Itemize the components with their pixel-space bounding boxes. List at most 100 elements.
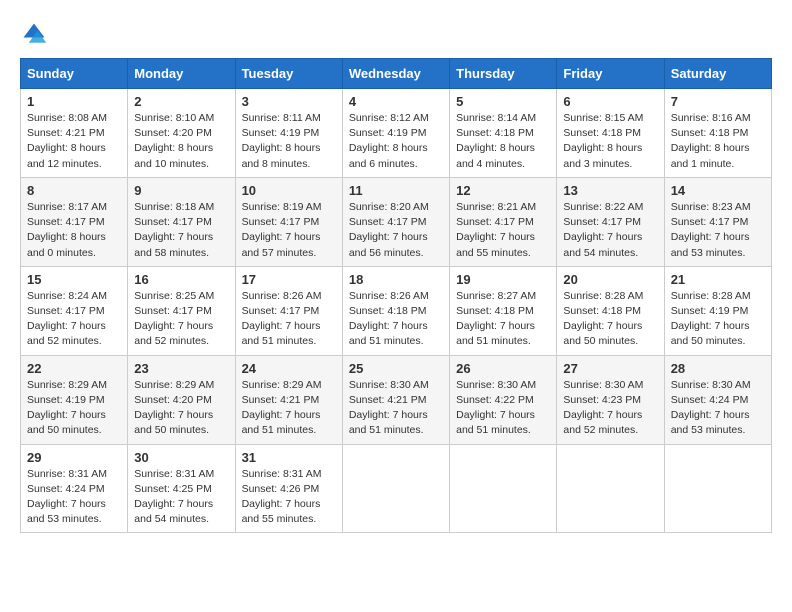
day-number: 4 [349, 94, 443, 109]
calendar-cell: 19 Sunrise: 8:27 AM Sunset: 4:18 PM Dayli… [450, 266, 557, 355]
calendar-cell: 3 Sunrise: 8:11 AM Sunset: 4:19 PM Daylig… [235, 89, 342, 178]
day-info: Sunrise: 8:31 AM Sunset: 4:26 PM Dayligh… [242, 467, 336, 528]
calendar-cell: 11 Sunrise: 8:20 AM Sunset: 4:17 PM Dayli… [342, 177, 449, 266]
calendar-cell: 16 Sunrise: 8:25 AM Sunset: 4:17 PM Dayli… [128, 266, 235, 355]
day-info: Sunrise: 8:16 AM Sunset: 4:18 PM Dayligh… [671, 111, 765, 172]
calendar-cell: 26 Sunrise: 8:30 AM Sunset: 4:22 PM Dayli… [450, 355, 557, 444]
day-number: 10 [242, 183, 336, 198]
day-info: Sunrise: 8:31 AM Sunset: 4:25 PM Dayligh… [134, 467, 228, 528]
calendar-cell: 23 Sunrise: 8:29 AM Sunset: 4:20 PM Dayli… [128, 355, 235, 444]
day-number: 14 [671, 183, 765, 198]
calendar-cell: 18Sunrise: 8:26 AM Sunset: 4:18 PM Dayli… [342, 266, 449, 355]
weekday-header-wednesday: Wednesday [342, 59, 449, 89]
day-number: 28 [671, 361, 765, 376]
calendar-cell: 25Sunrise: 8:30 AM Sunset: 4:21 PM Dayli… [342, 355, 449, 444]
calendar-cell: 7 Sunrise: 8:16 AM Sunset: 4:18 PM Daylig… [664, 89, 771, 178]
day-info: Sunrise: 8:27 AM Sunset: 4:18 PM Dayligh… [456, 289, 550, 350]
weekday-header-thursday: Thursday [450, 59, 557, 89]
day-number: 8 [27, 183, 121, 198]
day-info: Sunrise: 8:28 AM Sunset: 4:19 PM Dayligh… [671, 289, 765, 350]
calendar-cell: 20 Sunrise: 8:28 AM Sunset: 4:18 PM Dayli… [557, 266, 664, 355]
day-info: Sunrise: 8:30 AM Sunset: 4:22 PM Dayligh… [456, 378, 550, 439]
day-number: 26 [456, 361, 550, 376]
day-number: 27 [563, 361, 657, 376]
calendar-cell: 14 Sunrise: 8:23 AM Sunset: 4:17 PM Dayli… [664, 177, 771, 266]
calendar-cell: 17 Sunrise: 8:26 AM Sunset: 4:17 PM Dayli… [235, 266, 342, 355]
calendar-cell: 8 Sunrise: 8:17 AM Sunset: 4:17 PM Daylig… [21, 177, 128, 266]
day-number: 25 [349, 361, 443, 376]
calendar-cell: 27 Sunrise: 8:30 AM Sunset: 4:23 PM Dayli… [557, 355, 664, 444]
calendar-cell: 21 Sunrise: 8:28 AM Sunset: 4:19 PM Dayli… [664, 266, 771, 355]
day-number: 20 [563, 272, 657, 287]
weekday-header-sunday: Sunday [21, 59, 128, 89]
calendar-cell: 13 Sunrise: 8:22 AM Sunset: 4:17 PM Dayli… [557, 177, 664, 266]
calendar-cell [557, 444, 664, 533]
day-number: 17 [242, 272, 336, 287]
calendar-cell: 22 Sunrise: 8:29 AM Sunset: 4:19 PM Dayli… [21, 355, 128, 444]
day-info: Sunrise: 8:29 AM Sunset: 4:20 PM Dayligh… [134, 378, 228, 439]
day-info: Sunrise: 8:15 AM Sunset: 4:18 PM Dayligh… [563, 111, 657, 172]
day-number: 16 [134, 272, 228, 287]
day-info: Sunrise: 8:21 AM Sunset: 4:17 PM Dayligh… [456, 200, 550, 261]
day-info: Sunrise: 8:17 AM Sunset: 4:17 PM Dayligh… [27, 200, 121, 261]
logo-icon [20, 20, 48, 48]
calendar-cell: 5 Sunrise: 8:14 AM Sunset: 4:18 PM Daylig… [450, 89, 557, 178]
day-number: 30 [134, 450, 228, 465]
weekday-header-monday: Monday [128, 59, 235, 89]
day-info: Sunrise: 8:18 AM Sunset: 4:17 PM Dayligh… [134, 200, 228, 261]
calendar-cell: 4Sunrise: 8:12 AM Sunset: 4:19 PM Daylig… [342, 89, 449, 178]
day-info: Sunrise: 8:25 AM Sunset: 4:17 PM Dayligh… [134, 289, 228, 350]
day-number: 13 [563, 183, 657, 198]
day-info: Sunrise: 8:30 AM Sunset: 4:23 PM Dayligh… [563, 378, 657, 439]
day-number: 1 [27, 94, 121, 109]
day-info: Sunrise: 8:30 AM Sunset: 4:24 PM Dayligh… [671, 378, 765, 439]
calendar-cell: 6 Sunrise: 8:15 AM Sunset: 4:18 PM Daylig… [557, 89, 664, 178]
day-info: Sunrise: 8:31 AM Sunset: 4:24 PM Dayligh… [27, 467, 121, 528]
day-info: Sunrise: 8:11 AM Sunset: 4:19 PM Dayligh… [242, 111, 336, 172]
calendar-cell [664, 444, 771, 533]
calendar-cell: 30 Sunrise: 8:31 AM Sunset: 4:25 PM Dayli… [128, 444, 235, 533]
calendar-cell: 10 Sunrise: 8:19 AM Sunset: 4:17 PM Dayli… [235, 177, 342, 266]
day-number: 19 [456, 272, 550, 287]
day-info: Sunrise: 8:29 AM Sunset: 4:19 PM Dayligh… [27, 378, 121, 439]
calendar-cell: 15 Sunrise: 8:24 AM Sunset: 4:17 PM Dayli… [21, 266, 128, 355]
day-number: 11 [349, 183, 443, 198]
calendar-cell: 1Sunrise: 8:08 AM Sunset: 4:21 PM Daylig… [21, 89, 128, 178]
day-info: Sunrise: 8:28 AM Sunset: 4:18 PM Dayligh… [563, 289, 657, 350]
weekday-header-friday: Friday [557, 59, 664, 89]
day-number: 3 [242, 94, 336, 109]
calendar-cell: 31 Sunrise: 8:31 AM Sunset: 4:26 PM Dayli… [235, 444, 342, 533]
day-info: Sunrise: 8:14 AM Sunset: 4:18 PM Dayligh… [456, 111, 550, 172]
day-info: Sunrise: 8:29 AM Sunset: 4:21 PM Dayligh… [242, 378, 336, 439]
day-info: Sunrise: 8:26 AM Sunset: 4:18 PM Dayligh… [349, 289, 443, 350]
day-info: Sunrise: 8:24 AM Sunset: 4:17 PM Dayligh… [27, 289, 121, 350]
day-number: 31 [242, 450, 336, 465]
weekday-header-tuesday: Tuesday [235, 59, 342, 89]
day-number: 9 [134, 183, 228, 198]
day-number: 7 [671, 94, 765, 109]
day-number: 5 [456, 94, 550, 109]
day-number: 29 [27, 450, 121, 465]
calendar-cell: 12 Sunrise: 8:21 AM Sunset: 4:17 PM Dayli… [450, 177, 557, 266]
day-number: 22 [27, 361, 121, 376]
day-info: Sunrise: 8:20 AM Sunset: 4:17 PM Dayligh… [349, 200, 443, 261]
day-number: 15 [27, 272, 121, 287]
day-number: 6 [563, 94, 657, 109]
day-number: 12 [456, 183, 550, 198]
logo [20, 20, 52, 48]
day-info: Sunrise: 8:19 AM Sunset: 4:17 PM Dayligh… [242, 200, 336, 261]
day-number: 21 [671, 272, 765, 287]
day-info: Sunrise: 8:22 AM Sunset: 4:17 PM Dayligh… [563, 200, 657, 261]
day-number: 23 [134, 361, 228, 376]
header [20, 20, 772, 48]
day-info: Sunrise: 8:10 AM Sunset: 4:20 PM Dayligh… [134, 111, 228, 172]
day-info: Sunrise: 8:26 AM Sunset: 4:17 PM Dayligh… [242, 289, 336, 350]
calendar-cell [450, 444, 557, 533]
calendar-cell: 28 Sunrise: 8:30 AM Sunset: 4:24 PM Dayli… [664, 355, 771, 444]
day-info: Sunrise: 8:23 AM Sunset: 4:17 PM Dayligh… [671, 200, 765, 261]
day-number: 2 [134, 94, 228, 109]
day-number: 24 [242, 361, 336, 376]
calendar-cell [342, 444, 449, 533]
calendar-cell: 2 Sunrise: 8:10 AM Sunset: 4:20 PM Daylig… [128, 89, 235, 178]
calendar-cell: 24 Sunrise: 8:29 AM Sunset: 4:21 PM Dayli… [235, 355, 342, 444]
